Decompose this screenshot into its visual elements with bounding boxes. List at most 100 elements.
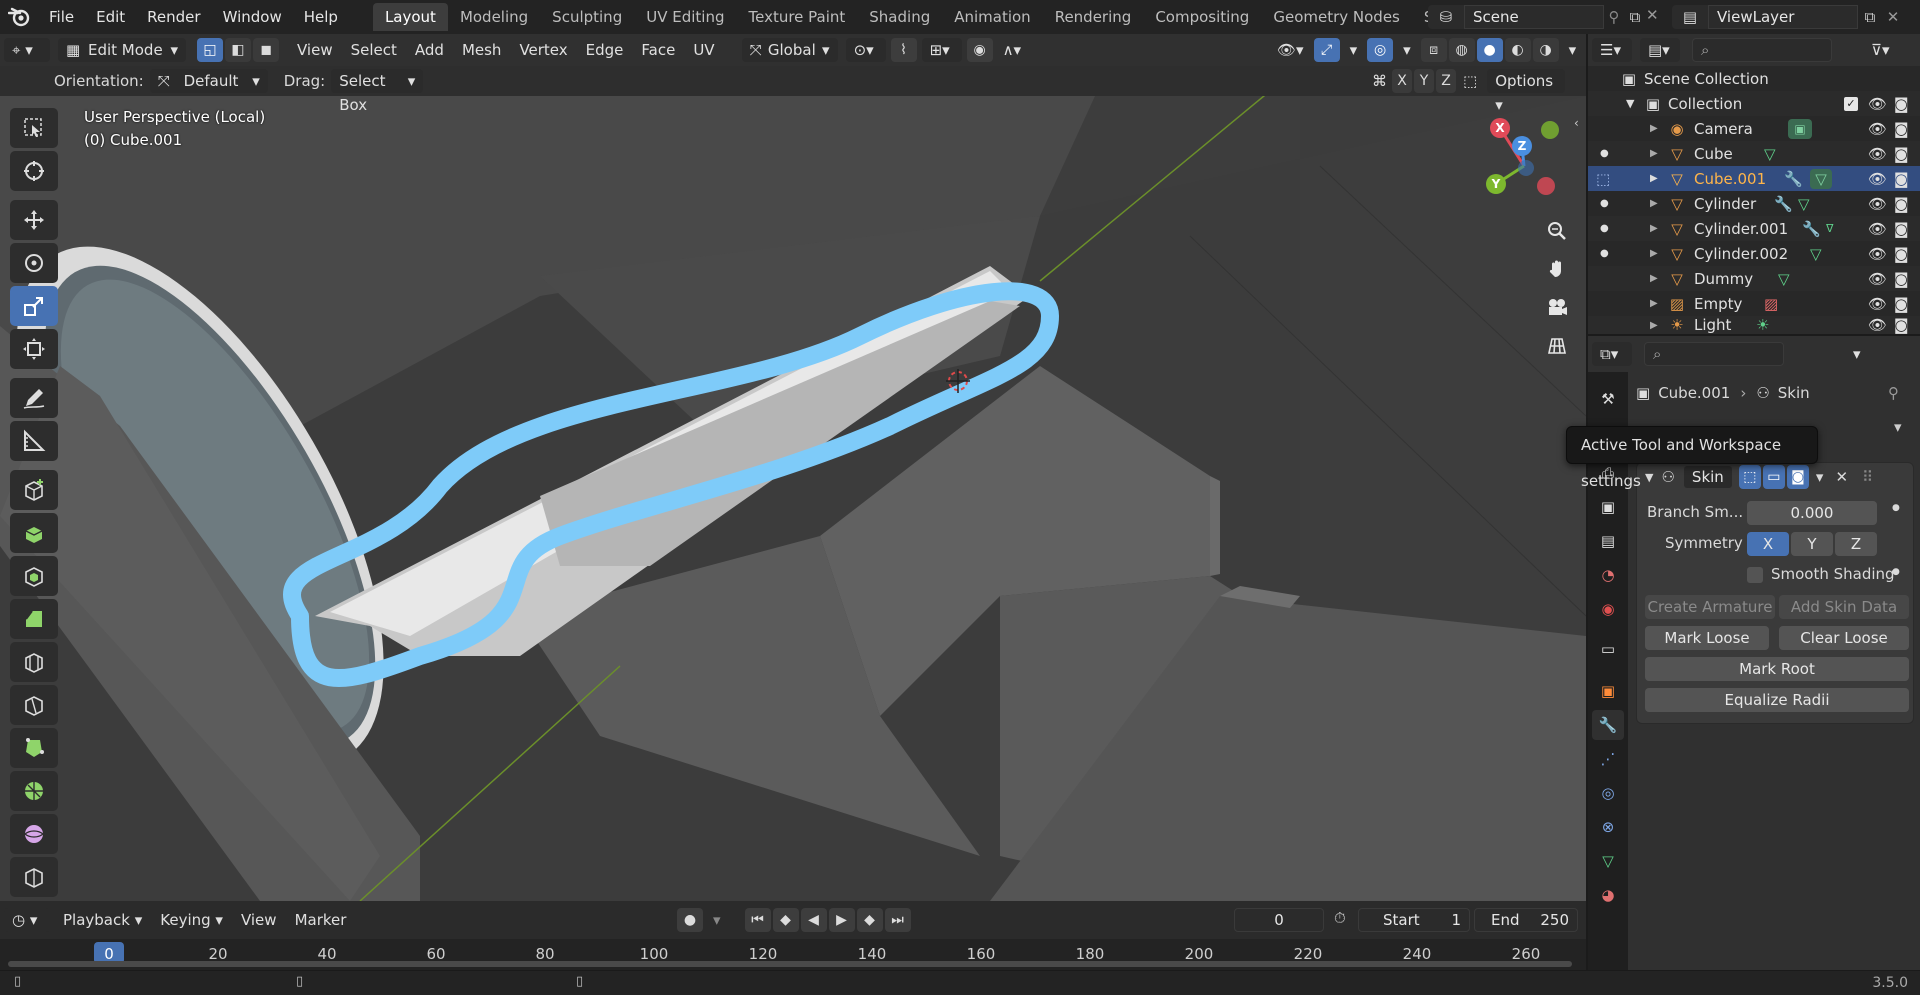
add-skin-data-button[interactable]: Add Skin Data [1779,595,1909,619]
cursor-tool-icon[interactable] [10,151,58,191]
camera-render-icon[interactable]: ◙ [1894,170,1909,188]
camera-render-icon[interactable]: ◙ [1894,245,1909,263]
edge-slide-tool-icon[interactable] [10,857,58,897]
menu-mesh[interactable]: Mesh [453,38,511,62]
eye-icon[interactable]: 👁 [1868,316,1887,334]
properties-options-icon[interactable]: ▾ [1844,342,1870,366]
tab-texture-paint[interactable]: Texture Paint [736,3,857,31]
eye-icon[interactable]: 👁 [1868,145,1887,163]
select-box-tool-icon[interactable] [10,108,58,148]
edit-mode-indicator-icon[interactable]: ⬚ [1596,170,1610,188]
visibility-icon[interactable]: 👁▾ [1268,38,1313,62]
tab-compositing[interactable]: Compositing [1143,3,1261,31]
annotate-tool-icon[interactable] [10,378,58,418]
record-dropdown-icon[interactable]: ▾ [704,908,730,932]
branch-smoothing-field[interactable]: 0.000 [1747,501,1877,525]
outliner-item-cylinder-001[interactable]: ● ▶ ▽ Cylinder.001 🔧 ᐁ 👁 ◙ [1588,216,1920,241]
expand-arrow-icon[interactable]: ▶ [1650,148,1658,159]
bevel-tool-icon[interactable] [10,599,58,639]
gizmo-toggle-icon[interactable]: ⤢ [1313,38,1340,62]
new-view-layer-icon[interactable]: ⧉ [1858,8,1882,26]
equalize-radii-button[interactable]: Equalize Radii [1645,688,1909,712]
jump-end-icon[interactable]: ⏭ [884,908,911,932]
data-tab-icon[interactable]: ▽ [1592,846,1624,876]
tab-animation[interactable]: Animation [942,3,1042,31]
outliner-collection[interactable]: ▼ ▣ Collection ✓ 👁 ◙ [1588,91,1920,116]
camera-render-icon[interactable]: ◙ [1894,220,1909,238]
clear-loose-button[interactable]: Clear Loose [1779,626,1909,650]
animate-dot-icon[interactable]: ● [1892,567,1900,577]
navigation-gizmo[interactable]: X Z Y [1480,96,1570,206]
snap-toggle-icon[interactable]: ⌇ [890,38,917,62]
tab-shading[interactable]: Shading [857,3,942,31]
tab-sculpting[interactable]: Sculpting [540,3,634,31]
expand-arrow-icon[interactable]: ▶ [1650,173,1658,184]
timeline-editor-type-icon[interactable]: ◷ ▾ [4,908,50,932]
add-cube-tool-icon[interactable] [10,470,58,510]
zoom-icon[interactable] [1540,214,1574,248]
eye-icon[interactable]: 👁 [1868,95,1887,113]
overlay-toggle-icon[interactable]: ◎ [1367,38,1394,62]
move-tool-icon[interactable] [10,200,58,240]
mirror-z-toggle[interactable]: Z [1436,69,1456,93]
outliner-item-camera[interactable]: ▶ ◉ Camera ▣ 👁 ◙ [1588,116,1920,141]
gizmo-y-axis[interactable]: Y [1486,174,1506,194]
smooth-tool-icon[interactable] [10,814,58,854]
sidebar-toggle-icon[interactable]: ‹ [1574,116,1579,130]
options-dropdown[interactable]: Options ▾ [1487,69,1566,114]
prev-keyframe-icon[interactable]: ◆ [772,908,799,932]
viewport-display-icon[interactable]: ▭ [1762,465,1785,489]
outliner-item-cube-001[interactable]: ⬚ ▶ ▽ Cube.001 🔧 ▽ 👁 ◙ [1588,166,1920,191]
modifier-name-field[interactable]: Skin [1682,465,1733,489]
scene-selector[interactable]: ⛁ Scene ⚲ ⧉ [1428,5,1646,29]
expand-arrow-icon[interactable]: ▼ [1626,97,1634,110]
face-select-icon[interactable]: ◼ [253,38,279,62]
play-reverse-icon[interactable]: ◀ [800,908,827,932]
rendered-shading-icon[interactable]: ◑ [1532,38,1559,62]
orthographic-grid-icon[interactable] [1540,328,1574,362]
new-scene-icon[interactable]: ⧉ [1624,8,1646,26]
camera-render-icon[interactable]: ◙ [1894,270,1909,288]
display-mode-dropdown[interactable]: ▤▾ [1640,38,1680,62]
solid-shading-icon[interactable]: ● [1476,38,1503,62]
3d-viewport[interactable]: User Perspective (Local) (0) Cube.001 X … [0,96,1586,901]
outliner-item-cube[interactable]: ● ▶ ▽ Cube ▽ 👁 ◙ [1588,141,1920,166]
pin-icon[interactable]: ⚲ [1888,384,1899,402]
orientation-dropdown[interactable]: ⤧ Default ▾ [149,69,268,93]
rotate-tool-icon[interactable] [10,243,58,283]
mirror-y-toggle[interactable]: Y [1414,69,1434,93]
proportional-edit-icon[interactable]: ◉ [966,38,993,62]
blender-logo-icon[interactable] [0,0,38,34]
measure-tool-icon[interactable] [10,421,58,461]
menu-add[interactable]: Add [406,38,453,62]
camera-render-icon[interactable]: ◙ [1894,95,1909,113]
expand-arrow-icon[interactable]: ▶ [1650,198,1658,209]
tab-layout[interactable]: Layout [372,3,448,31]
create-armature-button[interactable]: Create Armature [1645,595,1775,619]
expand-arrow-icon[interactable]: ▶ [1650,298,1658,309]
poly-build-tool-icon[interactable] [10,728,58,768]
physics-tab-icon[interactable]: ◎ [1592,778,1624,808]
loop-cut-tool-icon[interactable] [10,642,58,682]
tab-uv-editing[interactable]: UV Editing [634,3,736,31]
mode-dropdown[interactable]: ▦ Edit Mode ▾ [58,38,186,62]
close-view-layer-icon[interactable]: ✕ [1882,8,1904,26]
record-icon[interactable]: ● [677,908,703,932]
transform-orientation-dropdown[interactable]: ⤧ Global ▾ [741,38,838,62]
menu-uv[interactable]: UV [684,38,723,62]
shading-dropdown-icon[interactable]: ▾ [1560,38,1586,62]
outliner-item-empty[interactable]: ▶ ▨ Empty ▨ 👁 ◙ [1588,291,1920,316]
next-keyframe-icon[interactable]: ◆ [856,908,883,932]
symmetry-z-toggle[interactable]: Z [1835,532,1877,556]
menu-view[interactable]: View [288,38,342,62]
eye-icon[interactable]: 👁 [1868,245,1887,263]
expand-arrow-icon[interactable]: ▶ [1650,320,1658,331]
gizmo-x-axis[interactable]: X [1490,118,1510,138]
pivot-point-dropdown[interactable]: ⊙▾ [845,38,886,62]
tab-geometry-nodes[interactable]: Geometry Nodes [1261,3,1412,31]
scene-name-field[interactable]: Scene [1464,5,1604,29]
symmetry-y-toggle[interactable]: Y [1791,532,1833,556]
mark-loose-button[interactable]: Mark Loose [1645,626,1769,650]
current-frame-field[interactable]: 0 [1234,908,1324,932]
pan-hand-icon[interactable] [1540,252,1574,286]
